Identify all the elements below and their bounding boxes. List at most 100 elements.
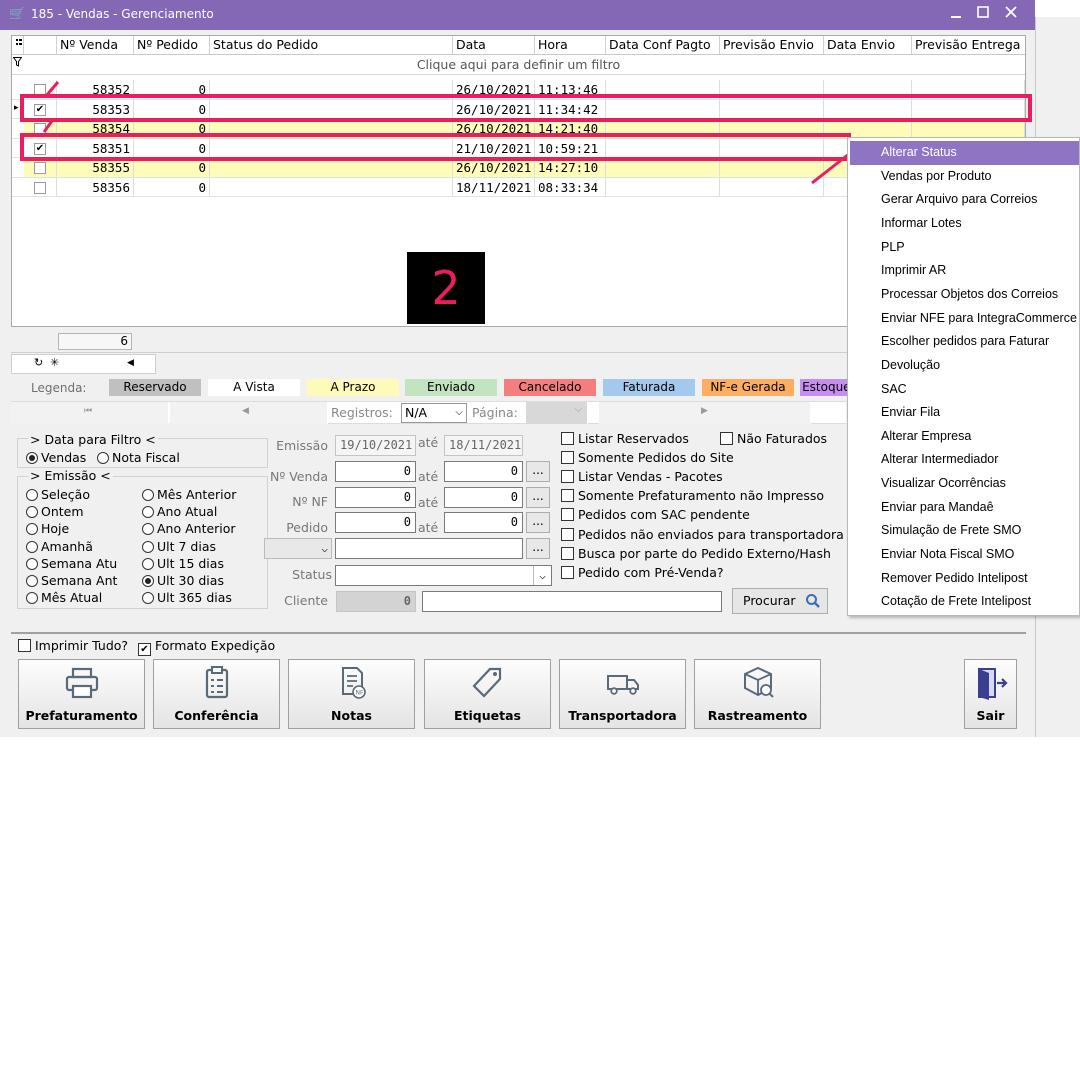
pedido-externo-field[interactable] [335,538,523,559]
pedido-lookup-button[interactable]: ... [526,512,550,533]
context-menu-item[interactable]: Alterar Status [850,141,1079,165]
registros-value: N/A [405,405,428,420]
context-menu-item[interactable]: Informar Lotes [850,212,1079,236]
prefaturamento-button[interactable]: Prefaturamento [18,659,145,729]
emissao-from-field[interactable]: 19/10/2021 [335,435,416,456]
pedido-to-field[interactable]: 0 [444,512,523,533]
status-select[interactable]: ⌵ [335,565,552,586]
first-page-button[interactable]: ⏮ [11,402,169,424]
context-menu-item[interactable]: Enviar Fila [850,401,1079,425]
legend-item: Cancelado [504,379,596,396]
context-menu-item[interactable]: Alterar Intermediador [850,448,1079,472]
pager-bar: ⏮ ◀ Registros: N/A ⌵ Página: ⌵ ▶ [11,401,846,424]
radio-emissao-option[interactable]: Ult 30 dias [142,573,224,588]
legend-item: Faturada [603,379,695,396]
context-menu-item[interactable]: Escolher pedidos para Faturar [850,330,1079,354]
pagina-label: Página: [472,405,518,420]
emissao-to-field[interactable]: 18/11/2021 [444,435,523,456]
pedido-from-field[interactable]: 0 [335,512,416,533]
insert-icon[interactable]: ✳ [50,356,59,369]
nao-faturados-checkbox[interactable]: Não Faturados [720,431,827,446]
rastreamento-button[interactable]: Rastreamento [694,659,821,729]
pagina-select[interactable]: ⌵ [526,402,588,424]
prev-icon[interactable]: ◀ [127,358,134,368]
context-menu-item[interactable]: PLP [850,236,1079,260]
conferencia-button[interactable]: Conferência [153,659,280,729]
filter-checkbox[interactable]: Pedidos não enviados para transportadora [561,527,844,542]
filter-checkbox[interactable]: Busca por parte do Pedido Externo/Hash [561,546,831,561]
search-button[interactable]: Procurar [732,588,828,614]
filter-checkbox[interactable]: Somente Pedidos do Site [561,450,734,465]
nnf-from-field[interactable]: 0 [335,487,416,508]
radio-emissao-option[interactable]: Ontem [26,504,84,519]
nnf-lookup-button[interactable]: ... [526,487,550,508]
context-menu-item[interactable]: Visualizar Ocorrências [850,472,1079,496]
exit-button[interactable]: Sair [964,659,1017,729]
data-filtro-legend: > Data para Filtro < [28,432,158,447]
radio-emissao-option[interactable]: Mês Anterior [142,487,236,502]
context-menu-item[interactable]: Simulação de Frete SMO [850,519,1079,543]
refresh-icon[interactable]: ↻ [34,356,43,369]
search-icon [805,593,821,617]
cliente-name-field[interactable] [422,591,722,612]
search-button-label: Procurar [743,593,796,608]
radio-emissao-option[interactable]: Ult 15 dias [142,556,224,571]
radio-emissao-option[interactable]: Hoje [26,521,69,536]
radio-emissao-option[interactable]: Ano Atual [142,504,217,519]
radio-emissao-option[interactable]: Amanhã [26,539,93,554]
radio-vendas[interactable]: Vendas [26,450,86,465]
chevron-down-icon: ⌵ [321,542,328,555]
context-menu-item[interactable]: SAC [850,378,1079,402]
nvenda-to-field[interactable]: 0 [444,461,523,482]
imprimir-tudo-checkbox[interactable]: Imprimir Tudo? [18,638,128,653]
cliente-code-field[interactable]: 0 [336,591,416,612]
filter-checkbox[interactable]: Listar Reservados [561,431,689,446]
legend-label: Legenda: [31,381,87,395]
nvenda-from-field[interactable]: 0 [335,461,416,482]
tag-icon [425,666,550,700]
context-menu-item[interactable]: Cotação de Frete Intelipost [850,590,1079,614]
context-menu: Alterar Status Vendas por Produto Gerar Ar… [847,137,1080,616]
pedido-type-select[interactable]: ⌵ [264,538,332,559]
context-menu-item[interactable]: Alterar Empresa [850,425,1079,449]
context-menu-item[interactable]: Imprimir AR [850,259,1079,283]
step-number-badge: 2 [407,252,485,324]
context-menu-item[interactable]: Remover Pedido Intelipost [850,567,1079,591]
transportadora-label: Transportadora [568,708,677,723]
transportadora-button[interactable]: Transportadora [559,659,686,729]
svg-text:NF: NF [355,690,363,697]
formato-expedicao-checkbox[interactable]: ✔ Formato Expedição [138,638,275,656]
filter-checkbox[interactable]: Pedidos com SAC pendente [561,507,750,522]
radio-emissao-option[interactable]: Ult 365 dias [142,590,232,605]
legend-item: A Prazo [307,379,399,396]
radio-emissao-option[interactable]: Mês Atual [26,590,102,605]
printer-icon [19,666,144,700]
prefaturamento-label: Prefaturamento [25,708,138,723]
context-menu-item[interactable]: Devolução [850,354,1079,378]
filter-checkbox[interactable]: Somente Prefaturamento não Impresso [561,488,824,503]
registros-select[interactable]: N/A ⌵ [401,403,467,423]
radio-emissao-option[interactable]: Semana Ant [26,573,117,588]
radio-nota-fiscal[interactable]: Nota Fiscal [97,450,180,465]
chevron-down-icon: ⌵ [455,407,463,418]
context-menu-item[interactable]: Enviar NFE para IntegraCommerce [850,307,1079,331]
context-menu-item[interactable]: Gerar Arquivo para Correios [850,188,1079,212]
prev-page-button[interactable]: ◀ [170,402,328,424]
nnf-to-field[interactable]: 0 [444,487,523,508]
filter-checkbox[interactable]: Listar Vendas - Pacotes [561,469,723,484]
radio-emissao-option[interactable]: Ano Anterior [142,521,236,536]
nvenda-lookup-button[interactable]: ... [526,461,550,482]
context-menu-item[interactable]: Processar Objetos dos Correios [850,283,1079,307]
pedido-externo-lookup-button[interactable]: ... [526,538,550,559]
radio-emissao-option[interactable]: Semana Atu [26,556,117,571]
radio-emissao-option[interactable]: Ult 7 dias [142,539,216,554]
next-page-button[interactable]: ▶ [599,402,811,424]
etiquetas-button[interactable]: Etiquetas [424,659,551,729]
context-menu-item[interactable]: Enviar para Mandaê [850,496,1079,520]
filter-checkbox[interactable]: Pedido com Pré-Venda? [561,565,724,580]
radio-emissao-option[interactable]: Seleção [26,487,90,502]
chevron-down-icon: ⌵ [533,566,551,585]
context-menu-item[interactable]: Vendas por Produto [850,165,1079,189]
context-menu-item[interactable]: Enviar Nota Fiscal SMO [850,543,1079,567]
notas-button[interactable]: NF Notas [288,659,415,729]
